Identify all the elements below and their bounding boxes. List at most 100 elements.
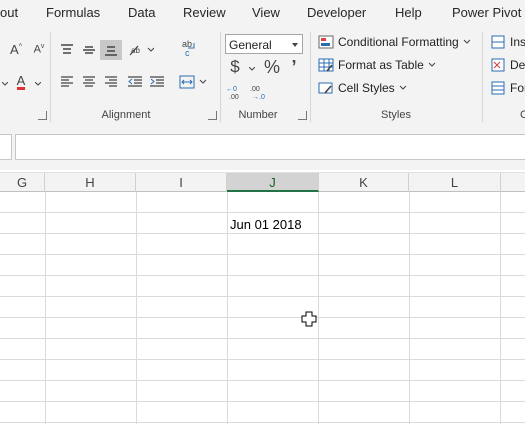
tab-layout-partial[interactable]: out bbox=[0, 5, 18, 20]
grid-line bbox=[0, 380, 525, 381]
format-as-table-button[interactable]: Format as Table bbox=[318, 58, 436, 72]
alignment-dialog-launcher[interactable] bbox=[208, 111, 217, 120]
format-cells-label: For bbox=[510, 81, 525, 95]
wrap-text-icon: abc bbox=[182, 39, 195, 57]
chevron-down-icon bbox=[292, 43, 298, 47]
grid-line bbox=[0, 422, 525, 423]
chevron-down-icon bbox=[428, 62, 436, 67]
wrap-text-button[interactable]: ab c bbox=[178, 38, 200, 58]
align-left-button[interactable] bbox=[56, 72, 78, 92]
insert-cells-button[interactable]: Ins bbox=[490, 35, 525, 49]
conditional-formatting-icon bbox=[318, 35, 334, 49]
column-header-j[interactable]: J bbox=[227, 173, 319, 192]
chevron-down-icon bbox=[463, 39, 471, 44]
decrease-font-size-button[interactable]: Av bbox=[28, 39, 50, 59]
delete-cells-button[interactable]: De bbox=[490, 58, 525, 72]
increase-font-size-button[interactable]: A^ bbox=[4, 39, 28, 59]
cell-styles-button[interactable]: Cell Styles bbox=[318, 81, 407, 95]
number-format-combo[interactable]: General bbox=[225, 34, 303, 54]
column-header-h[interactable]: H bbox=[45, 173, 136, 192]
increase-decimal-button[interactable]: ←0.00 bbox=[224, 82, 246, 102]
align-top-icon bbox=[61, 44, 73, 54]
group-separator bbox=[220, 32, 221, 122]
group-label-alignment: Alignment bbox=[101, 109, 151, 121]
cell-j2-value[interactable]: Jun 01 2018 bbox=[230, 217, 302, 232]
font-color-button[interactable]: A bbox=[10, 72, 32, 92]
orientation-button[interactable]: ab bbox=[126, 40, 156, 60]
column-header-i[interactable]: I bbox=[136, 173, 227, 192]
insert-cells-label: Ins bbox=[510, 35, 525, 49]
percent-style-button[interactable]: % bbox=[261, 57, 283, 77]
accounting-format-dropdown[interactable] bbox=[246, 59, 258, 79]
column-header-l[interactable]: L bbox=[409, 173, 501, 192]
group-separator bbox=[310, 32, 311, 122]
tab-data[interactable]: Data bbox=[128, 5, 155, 20]
grid-line bbox=[136, 192, 137, 424]
top-align-button[interactable] bbox=[56, 40, 78, 60]
font-partial-dropdown[interactable] bbox=[0, 74, 10, 94]
format-as-table-icon bbox=[318, 58, 334, 72]
font-color-icon: A bbox=[16, 72, 26, 90]
ribbon: A^ Av A ab ab c Alignment General $ % ’ … bbox=[0, 26, 525, 129]
grid-line bbox=[0, 296, 525, 297]
middle-align-button[interactable] bbox=[78, 40, 100, 60]
increase-indent-icon bbox=[150, 76, 164, 87]
grow-font-icon: A^ bbox=[10, 41, 22, 57]
bottom-align-button[interactable] bbox=[100, 40, 122, 60]
tab-developer[interactable]: Developer bbox=[307, 5, 366, 20]
group-label-styles: Styles bbox=[381, 109, 411, 121]
column-header-g[interactable]: G bbox=[0, 173, 45, 192]
tab-help[interactable]: Help bbox=[395, 5, 422, 20]
align-bottom-icon bbox=[105, 46, 117, 56]
column-header-k[interactable]: K bbox=[319, 173, 409, 192]
cell-select-cursor-icon bbox=[301, 311, 317, 327]
group-separator bbox=[50, 32, 51, 122]
chevron-down-icon bbox=[399, 85, 407, 90]
grid-line bbox=[0, 275, 525, 276]
align-right-button[interactable] bbox=[100, 72, 122, 92]
grid-line bbox=[0, 233, 525, 234]
svg-text:c: c bbox=[185, 48, 190, 57]
grid-line bbox=[45, 192, 46, 424]
merge-center-button[interactable] bbox=[176, 72, 210, 92]
grid-line bbox=[0, 359, 525, 360]
decrease-indent-button[interactable] bbox=[124, 72, 146, 92]
chevron-down-icon bbox=[2, 82, 8, 86]
group-label-number: Number bbox=[238, 109, 278, 121]
grid-line bbox=[318, 192, 319, 424]
group-label-cells: C bbox=[520, 109, 525, 121]
grid-line bbox=[409, 192, 410, 424]
delete-cells-label: De bbox=[510, 58, 525, 72]
svg-text:ab: ab bbox=[131, 46, 140, 55]
accounting-format-button[interactable]: $ bbox=[224, 57, 246, 77]
format-cells-button[interactable]: For bbox=[490, 81, 525, 95]
comma-style-button[interactable]: ’ bbox=[284, 57, 304, 77]
tab-review[interactable]: Review bbox=[183, 5, 226, 20]
worksheet-grid[interactable]: Jun 01 2018 bbox=[0, 192, 525, 424]
font-color-dropdown[interactable] bbox=[32, 74, 44, 94]
formula-input[interactable] bbox=[15, 134, 525, 160]
tab-power-pivot[interactable]: Power Pivot bbox=[452, 5, 521, 20]
number-dialog-launcher[interactable] bbox=[298, 111, 307, 120]
conditional-formatting-button[interactable]: Conditional Formatting bbox=[318, 35, 471, 49]
cell-styles-icon bbox=[318, 82, 333, 94]
cell-styles-label: Cell Styles bbox=[338, 81, 395, 95]
align-left-icon bbox=[61, 76, 73, 87]
name-box[interactable] bbox=[0, 134, 12, 160]
svg-text:→.0: →.0 bbox=[252, 94, 265, 101]
conditional-formatting-label: Conditional Formatting bbox=[338, 35, 459, 49]
grid-line bbox=[0, 338, 525, 339]
decrease-decimal-button[interactable]: .00 →.0 bbox=[248, 82, 270, 102]
align-center-button[interactable] bbox=[78, 72, 100, 92]
tab-formulas[interactable]: Formulas bbox=[46, 5, 100, 20]
svg-text:←0: ←0 bbox=[226, 86, 237, 93]
merge-center-icon bbox=[179, 75, 207, 89]
svg-text:.00: .00 bbox=[229, 94, 239, 101]
tab-view[interactable]: View bbox=[252, 5, 280, 20]
grid-line bbox=[0, 317, 525, 318]
percent-icon: % bbox=[263, 56, 280, 77]
format-cells-icon bbox=[491, 81, 505, 95]
increase-indent-button[interactable] bbox=[146, 72, 168, 92]
align-middle-icon bbox=[83, 46, 95, 54]
font-dialog-launcher[interactable] bbox=[38, 111, 47, 120]
